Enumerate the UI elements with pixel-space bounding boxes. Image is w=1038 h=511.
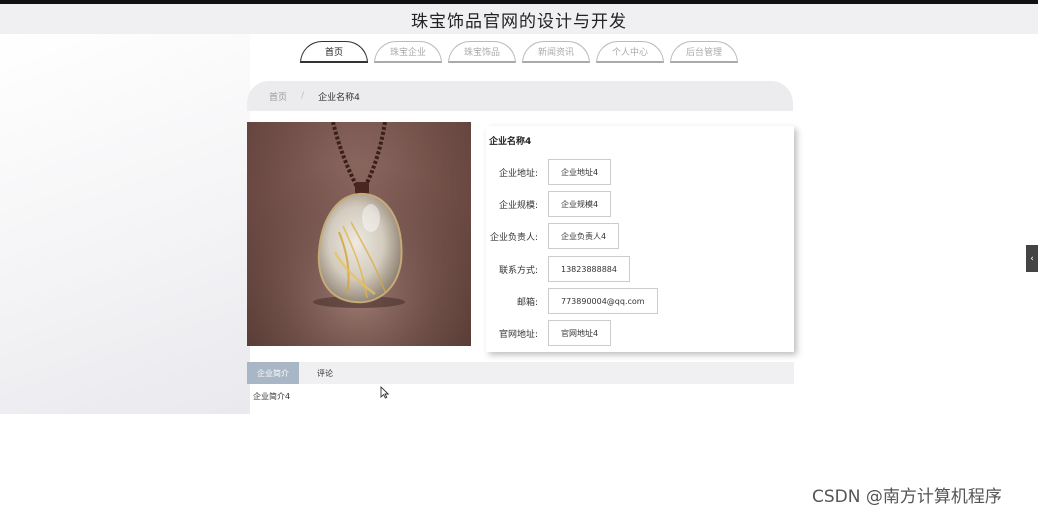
field-address-row: 企业地址: 企业地址4 <box>486 159 612 185</box>
field-website-value: 官网地址4 <box>548 320 612 346</box>
field-email-value: 773890004@qq.com <box>548 288 658 314</box>
field-scale-row: 企业规模: 企业规模4 <box>486 191 612 217</box>
site-header: 珠宝饰品官网的设计与开发 <box>0 4 1038 34</box>
field-email-row: 邮箱: 773890004@qq.com <box>486 288 658 314</box>
company-info-panel: 企业名称4 企业地址: 企业地址4 企业规模: 企业规模4 企业负责人: 企业负… <box>486 126 794 352</box>
nav-item-personal-center[interactable]: 个人中心 <box>596 41 664 63</box>
field-address-label: 企业地址: <box>498 168 538 179</box>
main-nav: 首页 珠宝企业 珠宝饰品 新闻资讯 个人中心 后台管理 <box>300 41 738 63</box>
field-email-label: 邮箱: <box>516 297 538 308</box>
breadcrumb: 首页 / 企业名称4 <box>247 81 793 111</box>
nav-item-news[interactable]: 新闻资讯 <box>522 41 590 63</box>
nav-item-jewelry-companies[interactable]: 珠宝企业 <box>374 41 442 63</box>
breadcrumb-home-link[interactable]: 首页 <box>269 90 287 103</box>
site-title: 珠宝饰品官网的设计与开发 <box>411 11 627 32</box>
field-address-value: 企业地址4 <box>548 159 612 185</box>
field-phone-value: 13823888884 <box>548 256 630 282</box>
field-scale-value: 企业规模4 <box>548 191 612 217</box>
tab-company-intro[interactable]: 企业简介 <box>247 362 299 384</box>
field-phone-label: 联系方式: <box>498 265 538 276</box>
detail-tabs: 企业简介 评论 <box>247 362 794 384</box>
nav-item-home[interactable]: 首页 <box>300 41 368 63</box>
breadcrumb-separator: / <box>301 91 305 101</box>
field-manager-label: 企业负责人: <box>489 232 538 243</box>
mouse-cursor-icon <box>380 386 389 399</box>
company-image <box>247 122 471 346</box>
background-gradient <box>0 34 250 414</box>
nav-item-jewelry-products[interactable]: 珠宝饰品 <box>448 41 516 63</box>
field-manager-row: 企业负责人: 企业负责人4 <box>486 223 620 249</box>
tab-content-text: 企业简介4 <box>253 392 291 401</box>
company-name: 企业名称4 <box>489 137 532 147</box>
field-phone-row: 联系方式: 13823888884 <box>486 256 630 282</box>
tab-comments[interactable]: 评论 <box>299 362 351 384</box>
pendant-illustration <box>247 122 471 346</box>
chevron-left-icon[interactable]: ‹ <box>1026 245 1038 272</box>
nav-item-admin[interactable]: 后台管理 <box>670 41 738 63</box>
field-scale-label: 企业规模: <box>498 200 538 211</box>
field-website-label: 官网地址: <box>498 329 538 340</box>
breadcrumb-current: 企业名称4 <box>318 92 360 103</box>
field-website-row: 官网地址: 官网地址4 <box>486 320 612 346</box>
field-manager-value: 企业负责人4 <box>548 223 620 249</box>
watermark-text: CSDN @南方计算机程序 <box>812 487 1002 507</box>
